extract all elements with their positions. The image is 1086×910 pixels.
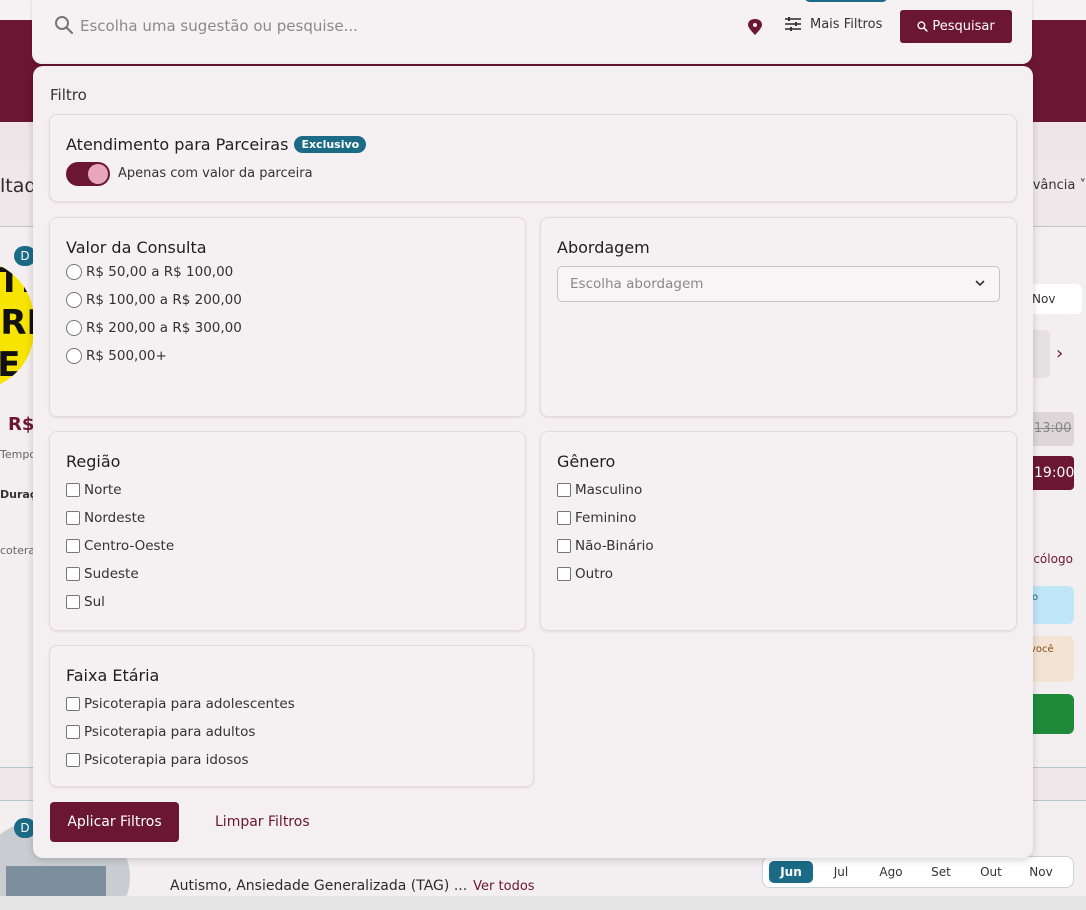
value-option-4[interactable]: R$ 500,00+ (66, 348, 167, 364)
search-input[interactable] (80, 14, 720, 38)
search-button-icon (917, 21, 928, 32)
checkbox[interactable] (557, 483, 571, 497)
consultation-value-title: Valor da Consulta (66, 238, 207, 257)
more-filters-button[interactable]: Mais Filtros (784, 16, 882, 32)
age-option-idosos[interactable]: Psicoterapia para idosos (66, 752, 249, 768)
partner-value-label: Apenas com valor da parceira (118, 166, 313, 181)
value-option-3[interactable]: R$ 200,00 a R$ 300,00 (66, 320, 242, 336)
age-group-section: Faixa Etária Psicoterapia para adolescen… (49, 645, 534, 787)
radio-button[interactable] (66, 292, 82, 308)
info-card-beige: você (1026, 636, 1074, 682)
see-all-link[interactable]: Ver todos (473, 879, 534, 894)
gender-option-masculino[interactable]: Masculino (557, 482, 642, 498)
approach-title: Abordagem (557, 238, 650, 257)
apply-filters-button[interactable]: Aplicar Filtros (50, 802, 179, 842)
radio-button[interactable] (66, 320, 82, 336)
approach-section: Abordagem Escolha abordagem (540, 217, 1017, 417)
region-section: Região Norte Nordeste Centro-Oeste Sudes… (49, 431, 526, 631)
radio-button[interactable] (66, 348, 82, 364)
gender-option-outro[interactable]: Outro (557, 566, 613, 582)
region-option-centro-oeste[interactable]: Centro-Oeste (66, 538, 174, 554)
month-selector: Jun Jul Ago Set Out Nov (762, 856, 1074, 888)
psicologo-link[interactable]: icólogo (1030, 552, 1073, 566)
search-button[interactable]: Pesquisar (900, 10, 1012, 43)
checkbox[interactable] (66, 753, 80, 767)
search-button-label: Pesquisar (932, 19, 995, 34)
checkbox[interactable] (557, 511, 571, 525)
specialties-text: Autismo, Ansiedade Generalizada (TAG) ..… (170, 878, 535, 894)
consultation-value-section: Valor da Consulta R$ 50,00 a R$ 100,00 R… (49, 217, 526, 417)
sliders-icon (785, 17, 801, 31)
exclusive-badge: Exclusivo (294, 136, 367, 153)
schedule-button[interactable] (1026, 694, 1074, 734)
sort-select[interactable]: vância ˅ (1033, 178, 1086, 193)
gender-option-nao-binario[interactable]: Não-Binário (557, 538, 654, 554)
checkbox[interactable] (66, 539, 80, 553)
region-option-sul[interactable]: Sul (66, 594, 105, 610)
month-nov-2[interactable]: Nov (1019, 861, 1063, 883)
region-option-sudeste[interactable]: Sudeste (66, 566, 139, 582)
gender-title: Gênero (557, 452, 616, 471)
approach-select[interactable]: Escolha abordagem (557, 266, 1000, 302)
region-option-nordeste[interactable]: Nordeste (66, 510, 145, 526)
checkbox[interactable] (66, 511, 80, 525)
age-option-adolescentes[interactable]: Psicoterapia para adolescentes (66, 696, 295, 712)
radio-button[interactable] (66, 264, 82, 280)
time-slot-unavailable: 13:00 (1026, 412, 1074, 446)
month-ago[interactable]: Ago (869, 861, 913, 883)
location-pin-icon[interactable] (746, 18, 764, 36)
month-set[interactable]: Set (919, 861, 963, 883)
filter-title: Filtro (50, 86, 87, 104)
month-out[interactable]: Out (969, 861, 1013, 883)
age-option-adultos[interactable]: Psicoterapia para adultos (66, 724, 255, 740)
gender-section: Gênero Masculino Feminino Não-Binário Ou… (540, 431, 1017, 631)
tempo-label: Tempo (0, 448, 37, 461)
chevron-right-icon[interactable]: › (1056, 343, 1063, 364)
checkbox[interactable] (66, 595, 80, 609)
month-jul[interactable]: Jul (819, 861, 863, 883)
region-title: Região (66, 452, 121, 471)
gender-option-feminino[interactable]: Feminino (557, 510, 636, 526)
checkbox[interactable] (66, 567, 80, 581)
info-card-blue: o (1026, 586, 1074, 624)
partner-value-toggle[interactable] (66, 162, 110, 186)
price: R$ (8, 414, 35, 435)
checkbox[interactable] (66, 483, 80, 497)
checkbox[interactable] (557, 567, 571, 581)
chevron-down-icon (975, 280, 985, 287)
age-group-title: Faixa Etária (66, 666, 160, 685)
bottom-strip (0, 896, 1086, 910)
value-option-1[interactable]: R$ 50,00 a R$ 100,00 (66, 264, 233, 280)
checkbox[interactable] (66, 697, 80, 711)
value-option-2[interactable]: R$ 100,00 a R$ 200,00 (66, 292, 242, 308)
results-title: ltad (0, 175, 37, 197)
more-filters-label: Mais Filtros (810, 16, 883, 32)
checkbox[interactable] (557, 539, 571, 553)
time-slot-available[interactable]: 19:00 (1026, 456, 1074, 490)
search-bar: Mais Filtros Pesquisar (32, 0, 1032, 64)
top-pill (804, 0, 888, 2)
clear-filters-button[interactable]: Limpar Filtros (215, 814, 310, 830)
checkbox[interactable] (66, 725, 80, 739)
partners-section: Atendimento para Parceiras Exclusivo Apen… (49, 114, 1017, 202)
filter-panel: Filtro Atendimento para Parceiras Exclusi… (33, 66, 1033, 858)
partners-title: Atendimento para Parceiras Exclusivo (66, 135, 367, 154)
month-jun[interactable]: Jun (769, 861, 813, 883)
search-icon (55, 16, 74, 35)
region-option-norte[interactable]: Norte (66, 482, 122, 498)
